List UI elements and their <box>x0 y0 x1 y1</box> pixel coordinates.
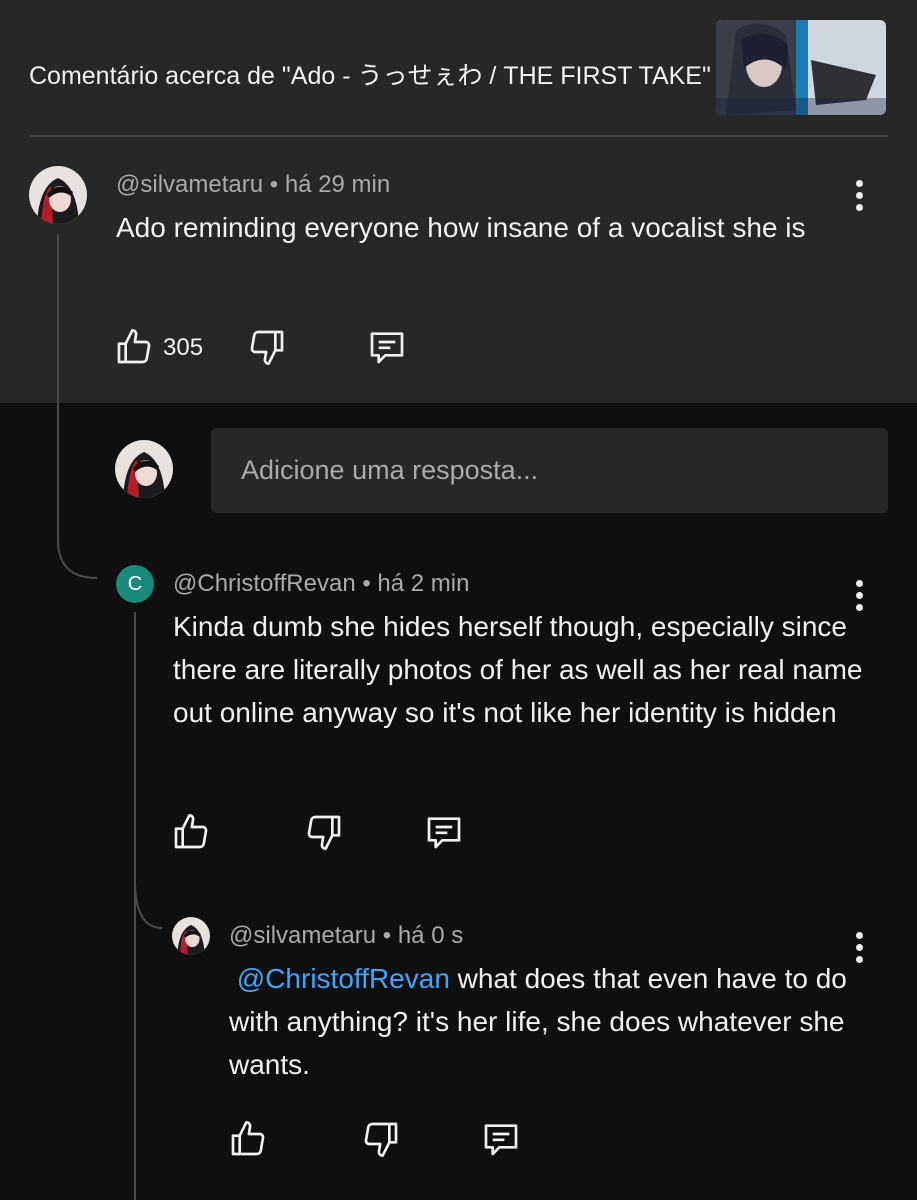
reply-text: @ChristoffRevan what does that even have… <box>229 957 859 1086</box>
thumbs-down-icon <box>307 815 341 850</box>
header-divider <box>29 135 888 137</box>
meta-separator: • <box>376 922 398 949</box>
reply-meta: @ChristoffRevan • há 2 min <box>173 570 469 598</box>
meta-separator: • <box>355 570 378 597</box>
avatar[interactable] <box>29 166 87 224</box>
dislike-button[interactable] <box>361 1119 401 1164</box>
reply-time[interactable]: há 2 min <box>377 570 469 597</box>
comment-icon <box>427 817 461 849</box>
more-options-icon[interactable] <box>854 932 864 966</box>
video-thumbnail[interactable] <box>716 20 886 115</box>
thumbnail-image <box>716 20 886 115</box>
comment-meta: @silvametaru • há 29 min <box>116 171 390 199</box>
reply-button[interactable] <box>424 812 464 857</box>
reply-time[interactable]: há 0 s <box>398 922 463 949</box>
comment-time[interactable]: há 29 min <box>285 171 390 198</box>
comment-icon <box>370 332 404 364</box>
more-options-icon[interactable] <box>854 580 864 614</box>
dislike-button[interactable] <box>304 812 344 857</box>
thread-connector <box>57 540 98 579</box>
dislike-button[interactable] <box>247 327 287 372</box>
reply-author[interactable]: @ChristoffRevan <box>173 570 356 597</box>
like-button[interactable] <box>171 812 211 857</box>
thread-line <box>57 234 59 544</box>
thread-connector <box>134 880 163 929</box>
thumbs-down-icon <box>364 1122 398 1157</box>
avatar-image <box>172 917 210 955</box>
reply-text: Kinda dumb she hides herself though, esp… <box>173 611 863 728</box>
like-button[interactable] <box>228 1119 268 1164</box>
page-title: Comentário acerca de "Ado - うっせぇわ / THE … <box>29 62 711 90</box>
like-count: 305 <box>163 334 204 361</box>
user-avatar <box>115 440 173 498</box>
thumbs-down-icon <box>250 330 284 365</box>
like-button[interactable] <box>114 327 154 372</box>
mention-link[interactable]: @ChristoffRevan <box>237 963 450 994</box>
comment-text: Ado reminding everyone how insane of a v… <box>116 212 806 243</box>
reply-author[interactable]: @silvametaru <box>229 922 376 949</box>
reply-input-placeholder: Adicione uma resposta... <box>241 455 539 485</box>
reply-input[interactable]: Adicione uma resposta... <box>211 428 888 513</box>
reply-button[interactable] <box>367 327 407 372</box>
reply-meta: @silvametaru • há 0 s <box>229 922 463 950</box>
thumbs-up-icon <box>174 814 208 849</box>
reply-button[interactable] <box>481 1119 521 1164</box>
avatar-image <box>115 440 173 498</box>
comment-author[interactable]: @silvametaru <box>116 171 263 198</box>
avatar-image <box>29 166 87 224</box>
avatar[interactable]: C <box>116 565 154 603</box>
thumbs-up-icon <box>231 1121 265 1156</box>
avatar[interactable] <box>172 917 210 955</box>
meta-separator: • <box>263 171 285 198</box>
comment-icon <box>484 1124 518 1156</box>
more-options-icon[interactable] <box>854 180 864 214</box>
thumbs-up-icon <box>117 329 151 364</box>
